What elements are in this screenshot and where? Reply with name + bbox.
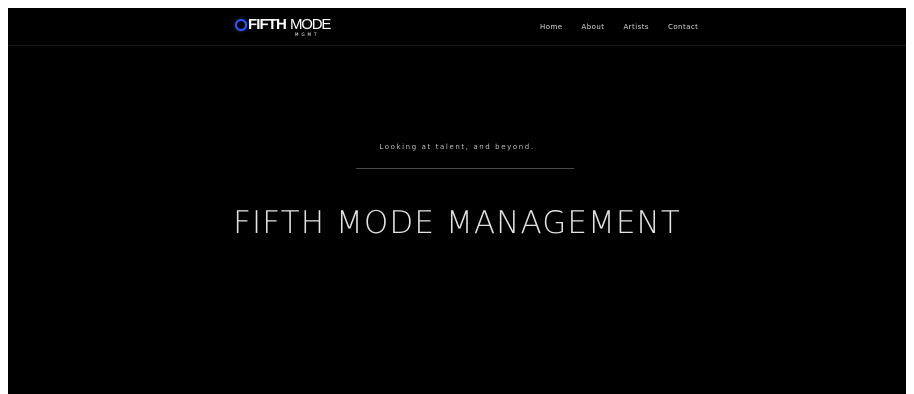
nav-home-link[interactable]: Home: [540, 20, 562, 34]
nav-contact-link[interactable]: Contact: [668, 20, 698, 34]
nav-about-link[interactable]: About: [581, 20, 604, 34]
site-header: FIFTH MODE MGMT Home About Artists Conta…: [8, 8, 906, 46]
logo-mode-text: MODE: [290, 16, 331, 33]
logo-subtext: MGMT: [295, 32, 320, 37]
hero-tagline: Looking at talent, and beyond.: [379, 143, 535, 151]
nav-artists-link[interactable]: Artists: [623, 20, 649, 34]
hero-title: FIFTH MODE MANAGEMENT: [233, 204, 681, 241]
site-frame: FIFTH MODE MGMT Home About Artists Conta…: [8, 8, 906, 394]
logo-link[interactable]: FIFTH MODE MGMT: [235, 14, 331, 40]
main-navigation: Home About Artists Contact: [540, 20, 717, 34]
circle-icon: [235, 19, 247, 31]
page: FIFTH MODE MGMT Home About Artists Conta…: [0, 0, 914, 394]
hero-divider: [356, 168, 574, 169]
logo-fifth-text: FIFTH: [248, 16, 287, 33]
